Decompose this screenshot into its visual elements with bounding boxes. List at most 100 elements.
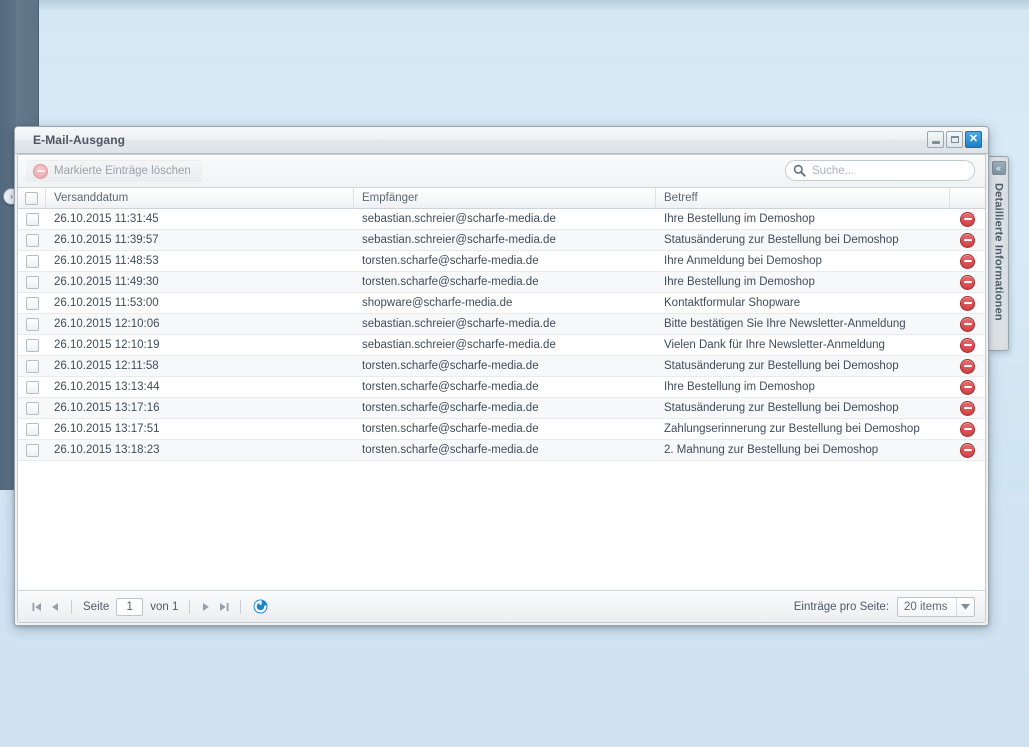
delete-row-button[interactable]	[960, 400, 975, 416]
row-checkbox[interactable]	[25, 254, 39, 268]
row-select-cell	[18, 440, 46, 460]
row-select-cell	[18, 356, 46, 376]
table-row[interactable]: 26.10.2015 11:49:30 torsten.scharfe@schar…	[18, 272, 985, 293]
row-checkbox[interactable]	[25, 338, 39, 352]
refresh-button[interactable]	[252, 598, 269, 615]
per-page-select[interactable]: 20 items	[897, 597, 975, 617]
window-titlebar[interactable]: E-Mail-Ausgang ✕	[15, 127, 988, 154]
grid-header-row: Versanddatum Empfänger Betreff	[18, 188, 985, 209]
row-checkbox[interactable]	[25, 212, 39, 226]
row-checkbox[interactable]	[25, 380, 39, 394]
column-header-betreff[interactable]: Betreff	[656, 188, 950, 209]
cell-versanddatum: 26.10.2015 13:17:16	[54, 402, 160, 414]
row-delete-cell	[950, 272, 985, 292]
email-grid: Versanddatum Empfänger Betreff 26.10.201…	[18, 188, 985, 590]
window-controls: ✕	[927, 131, 982, 148]
row-checkbox[interactable]	[25, 317, 39, 331]
delete-row-button[interactable]	[960, 358, 975, 374]
table-row[interactable]: 26.10.2015 12:10:06 sebastian.schreier@sc…	[18, 314, 985, 335]
cell-empfaenger: torsten.scharfe@scharfe-media.de	[362, 276, 539, 288]
delete-row-button[interactable]	[960, 442, 975, 458]
cell-versanddatum: 26.10.2015 11:53:00	[54, 297, 159, 309]
minus-icon	[963, 217, 972, 221]
row-delete-cell	[950, 398, 985, 418]
row-checkbox[interactable]	[25, 296, 39, 310]
row-checkbox[interactable]	[25, 401, 39, 415]
table-row[interactable]: 26.10.2015 13:17:51 torsten.scharfe@schar…	[18, 419, 985, 440]
cell-versanddatum: 26.10.2015 11:48:53	[54, 255, 159, 267]
search-input[interactable]	[785, 160, 975, 181]
select-all-checkbox[interactable]	[25, 191, 38, 205]
delete-row-button[interactable]	[960, 379, 975, 395]
cell-betreff: Bitte bestätigen Sie Ihre Newsletter-Anm…	[664, 318, 906, 330]
row-checkbox[interactable]	[25, 443, 39, 457]
grid-rows: 26.10.2015 11:31:45 sebastian.schreier@sc…	[18, 209, 985, 590]
chevron-left-icon[interactable]: «	[991, 161, 1006, 175]
minimize-button[interactable]	[927, 131, 944, 148]
column-header-versanddatum[interactable]: Versanddatum	[46, 188, 354, 209]
maximize-icon	[950, 136, 959, 143]
row-delete-cell	[950, 440, 985, 460]
column-header-empfaenger[interactable]: Empfänger	[354, 188, 656, 209]
cell-empfaenger: sebastian.schreier@scharfe-media.de	[362, 339, 556, 351]
detail-information-panel: « Detaillierte Informationen	[989, 156, 1009, 351]
per-page-group: Einträge pro Seite: 20 items	[794, 597, 975, 617]
row-delete-cell	[950, 293, 985, 313]
last-page-button[interactable]	[215, 598, 233, 616]
cell-betreff: Ihre Anmeldung bei Demoshop	[664, 255, 822, 267]
table-row[interactable]: 26.10.2015 13:17:16 torsten.scharfe@schar…	[18, 398, 985, 419]
cell-empfaenger: sebastian.schreier@scharfe-media.de	[362, 213, 556, 225]
row-select-cell	[18, 209, 46, 229]
delete-row-button[interactable]	[960, 295, 975, 311]
per-page-value: 20 items	[904, 601, 948, 613]
delete-selected-button[interactable]: Markierte Einträge löschen	[26, 159, 202, 183]
row-checkbox[interactable]	[25, 422, 39, 436]
table-row[interactable]: 26.10.2015 12:10:19 sebastian.schreier@sc…	[18, 335, 985, 356]
table-row[interactable]: 26.10.2015 13:18:23 torsten.scharfe@schar…	[18, 440, 985, 461]
row-checkbox[interactable]	[25, 233, 39, 247]
close-button[interactable]: ✕	[965, 131, 982, 148]
page-total-label: von 1	[150, 600, 179, 613]
cell-versanddatum: 26.10.2015 13:17:51	[54, 423, 160, 435]
delete-row-button[interactable]	[960, 337, 975, 353]
delete-row-button[interactable]	[960, 316, 975, 332]
delete-row-button[interactable]	[960, 421, 975, 437]
minus-icon	[963, 280, 972, 284]
cell-empfaenger: torsten.scharfe@scharfe-media.de	[362, 402, 539, 414]
next-page-button[interactable]	[197, 598, 215, 616]
table-row[interactable]: 26.10.2015 11:48:53 torsten.scharfe@schar…	[18, 251, 985, 272]
row-select-cell	[18, 419, 46, 439]
row-select-cell	[18, 377, 46, 397]
page-number-input[interactable]	[116, 597, 144, 616]
table-row[interactable]: 26.10.2015 12:11:58 torsten.scharfe@schar…	[18, 356, 985, 377]
minus-icon	[963, 301, 972, 305]
table-row[interactable]: 26.10.2015 11:39:57 sebastian.schreier@sc…	[18, 230, 985, 251]
cell-empfaenger: sebastian.schreier@scharfe-media.de	[362, 234, 556, 246]
page-word-label: Seite	[83, 600, 110, 613]
delete-row-button[interactable]	[960, 211, 975, 227]
next-page-icon	[203, 602, 210, 611]
row-checkbox[interactable]	[25, 275, 39, 289]
email-outbox-window: E-Mail-Ausgang ✕ Markierte Einträge lösc…	[14, 126, 989, 626]
search-box	[785, 160, 975, 181]
table-row[interactable]: 26.10.2015 11:53:00 shopware@scharfe-medi…	[18, 293, 985, 314]
row-delete-cell	[950, 314, 985, 334]
maximize-button[interactable]	[946, 131, 963, 148]
table-row[interactable]: 26.10.2015 11:31:45 sebastian.schreier@sc…	[18, 209, 985, 230]
row-select-cell	[18, 251, 46, 271]
row-select-cell	[18, 293, 46, 313]
last-page-icon	[220, 602, 229, 611]
row-delete-cell	[950, 335, 985, 355]
delete-row-button[interactable]	[960, 232, 975, 248]
delete-row-button[interactable]	[960, 253, 975, 269]
row-select-cell	[18, 335, 46, 355]
cell-empfaenger: torsten.scharfe@scharfe-media.de	[362, 444, 539, 456]
delete-row-button[interactable]	[960, 274, 975, 290]
row-checkbox[interactable]	[25, 359, 39, 373]
first-page-button[interactable]	[28, 598, 46, 616]
previous-page-button[interactable]	[46, 598, 64, 616]
cell-betreff: Ihre Bestellung im Demoshop	[664, 381, 815, 393]
cell-betreff: Ihre Bestellung im Demoshop	[664, 213, 815, 225]
table-row[interactable]: 26.10.2015 13:13:44 torsten.scharfe@schar…	[18, 377, 985, 398]
previous-page-icon	[52, 602, 58, 611]
